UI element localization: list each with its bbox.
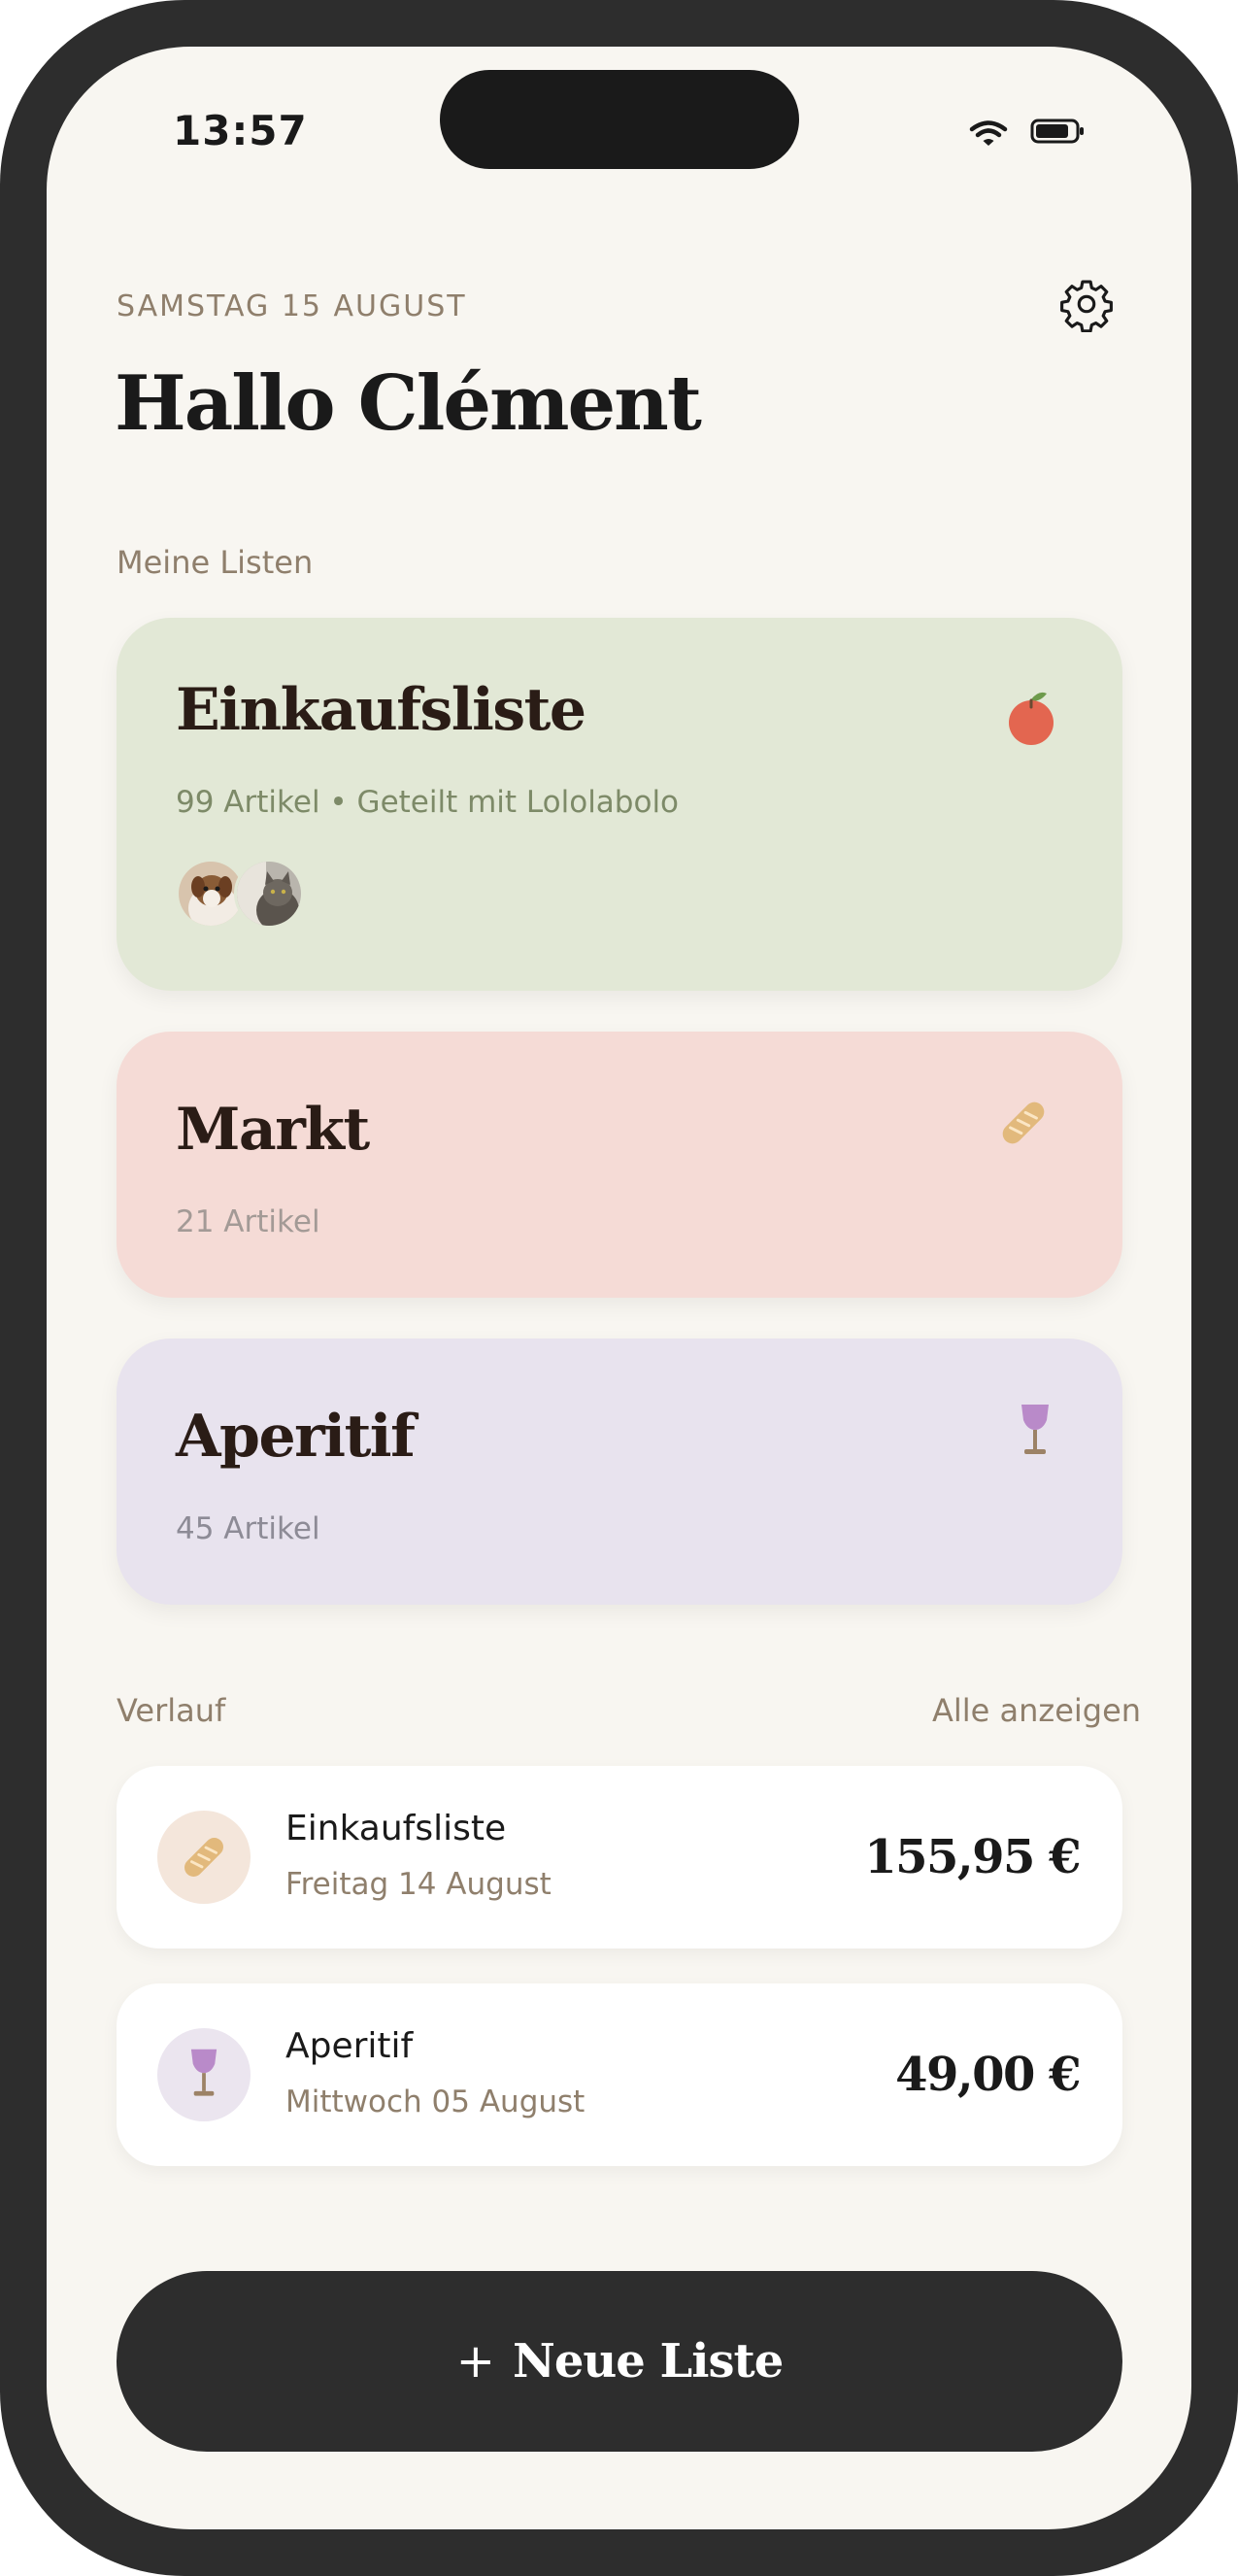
history-item-date: Freitag 14 August [285,1867,552,1902]
dynamic-island [440,70,799,169]
history-item-title: Aperitif [285,2026,414,2066]
plus-icon: + [455,2334,495,2389]
device-frame: 13:57 SAMSTAG 15 AUGUST Hallo Clément Me… [0,0,1238,2576]
history-item-date: Mittwoch 05 August [285,2085,586,2119]
wine-glass-icon [190,2049,217,2096]
list-card-aperitif[interactable]: Aperitif 45 Artikel [117,1339,1122,1605]
history-item-title: Einkaufsliste [285,1809,507,1848]
lists-section-label: Meine Listen [117,544,314,581]
apple-icon [1009,692,1054,745]
history-item-einkaufsliste[interactable]: Einkaufsliste Freitag 14 August 155,95 € [117,1766,1122,1949]
history-section-label: Verlauf [117,1692,226,1729]
list-card-einkaufsliste[interactable]: Einkaufsliste 99 Artikel • Geteilt mit L… [117,618,1122,991]
avatar-cat [234,859,304,929]
history-item-amount: 49,00 € [895,2048,1081,2102]
list-card-subtitle: 45 Artikel [176,1511,320,1546]
app-screen: 13:57 SAMSTAG 15 AUGUST Hallo Clément Me… [47,47,1191,2529]
list-card-title: Aperitif [176,1403,416,1471]
gear-icon[interactable] [1058,276,1115,332]
list-card-markt[interactable]: Markt 21 Artikel [117,1032,1122,1298]
baguette-icon [184,1838,223,1877]
wifi-icon [969,120,1008,146]
new-list-button[interactable]: + Neue Liste [117,2271,1122,2452]
new-list-button-label: Neue Liste [512,2334,784,2389]
baguette-icon [1002,1102,1045,1144]
history-icon-circle [157,2028,251,2121]
greeting-title: Hallo Clément [115,359,702,448]
list-card-subtitle: 99 Artikel • Geteilt mit Lololabolo [176,785,680,820]
current-date: SAMSTAG 15 AUGUST [117,289,467,323]
status-time: 13:57 [173,107,308,154]
see-all-link[interactable]: Alle anzeigen [932,1692,1141,1729]
list-card-title: Einkaufsliste [176,676,586,744]
list-card-title: Markt [176,1096,370,1164]
battery-icon [1030,119,1084,144]
list-card-subtitle: 21 Artikel [176,1204,320,1239]
history-item-amount: 155,95 € [864,1830,1081,1884]
history-icon-circle [157,1811,251,1904]
wine-glass-icon [1021,1405,1049,1454]
history-item-aperitif[interactable]: Aperitif Mittwoch 05 August 49,00 € [117,1983,1122,2166]
